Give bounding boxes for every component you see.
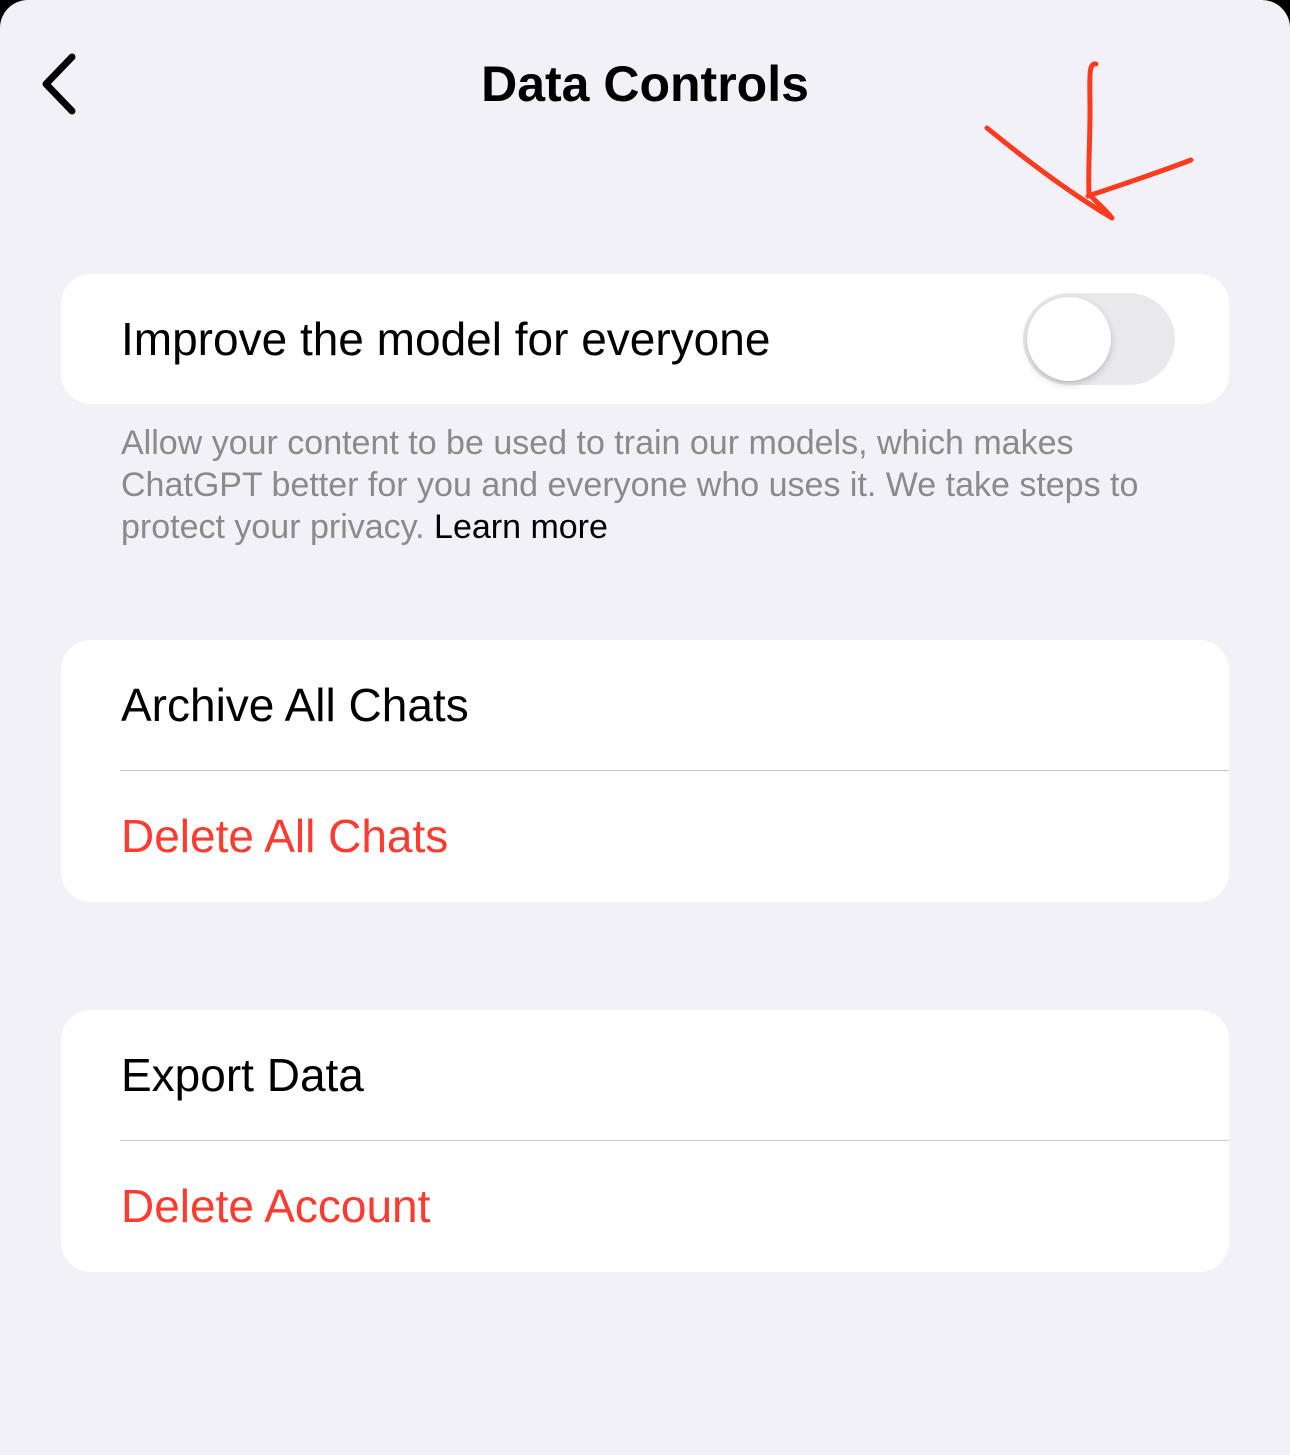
archive-all-chats-button[interactable]: Archive All Chats — [61, 640, 1229, 770]
delete-all-chats-label: Delete All Chats — [121, 810, 449, 862]
page-title: Data Controls — [481, 56, 809, 112]
delete-account-button[interactable]: Delete Account — [61, 1141, 1229, 1271]
delete-account-label: Delete Account — [121, 1180, 431, 1232]
improve-model-description: Allow your content to be used to train o… — [121, 422, 1181, 548]
improve-model-toggle[interactable] — [1023, 293, 1175, 385]
export-data-label: Export Data — [121, 1049, 364, 1101]
toggle-knob — [1027, 297, 1111, 381]
improve-model-row: Improve the model for everyone — [61, 274, 1229, 404]
improve-model-card: Improve the model for everyone — [61, 274, 1229, 404]
chats-card: Archive All Chats Delete All Chats — [61, 640, 1229, 902]
description-text: Allow your content to be used to train o… — [121, 424, 1139, 546]
delete-all-chats-button[interactable]: Delete All Chats — [61, 771, 1229, 901]
improve-model-label: Improve the model for everyone — [121, 313, 771, 365]
account-card: Export Data Delete Account — [61, 1010, 1229, 1272]
data-controls-screen: Data Controls Improve the model for ever… — [0, 0, 1290, 1455]
archive-all-chats-label: Archive All Chats — [121, 679, 469, 731]
export-data-button[interactable]: Export Data — [61, 1010, 1229, 1140]
learn-more-link[interactable]: Learn more — [434, 508, 608, 546]
